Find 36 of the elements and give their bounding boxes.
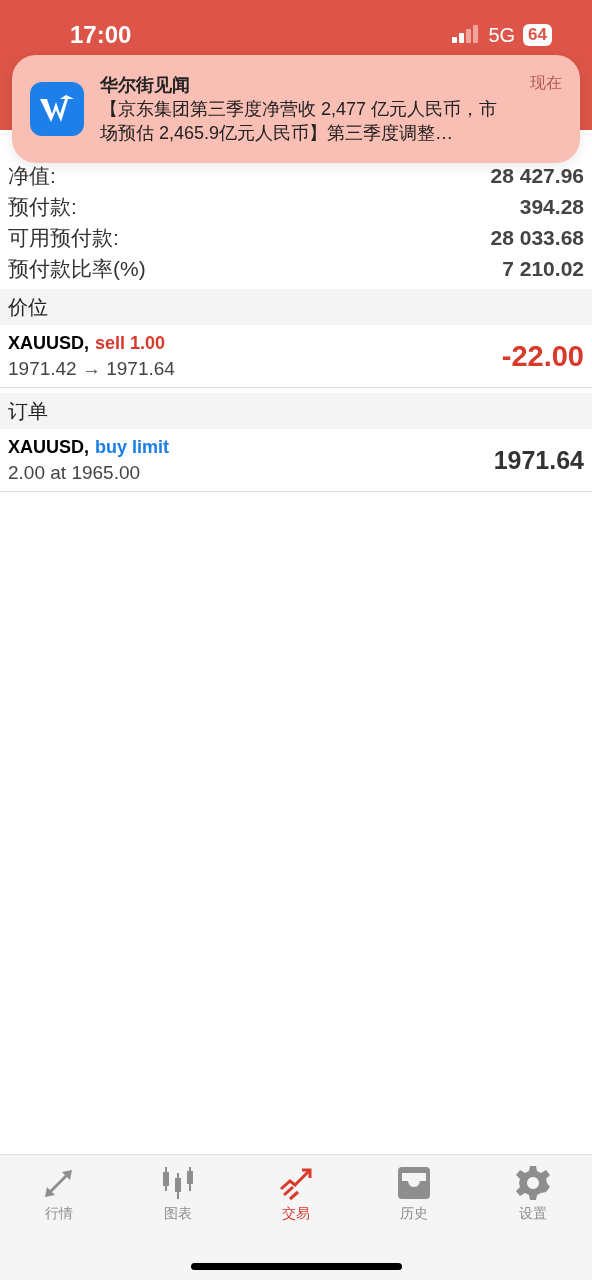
account-label: 预付款: <box>8 193 77 220</box>
tab[interactable]: 历史 <box>355 1165 474 1223</box>
account-label: 可用预付款: <box>8 224 119 251</box>
account-value: 28 427.96 <box>490 163 584 188</box>
symbol-label: XAUUSD, <box>8 332 89 354</box>
network-label: 5G <box>488 23 516 47</box>
battery-indicator: 64 <box>523 24 552 46</box>
account-label: 净值: <box>8 162 56 189</box>
trade-action: buy limit <box>95 436 170 458</box>
trade-row[interactable]: XAUUSD, buy limit 2.00 at 1965.00 1971.64 <box>0 429 592 492</box>
trade-value: -22.00 <box>501 339 584 373</box>
account-value: 28 033.68 <box>490 225 584 250</box>
tab[interactable]: 设置 <box>473 1165 592 1223</box>
signal-icon <box>452 25 481 45</box>
price-detail: 2.00 at 1965.00 <box>8 461 142 484</box>
price-detail: 1971.42 → 1971.64 <box>8 357 175 380</box>
tab[interactable]: 图表 <box>118 1165 237 1223</box>
account-label: 预付款比率(%) <box>8 255 146 282</box>
account-value: 7 210.02 <box>502 256 584 281</box>
symbol-label: XAUUSD, <box>8 436 89 458</box>
trade-row[interactable]: XAUUSD, sell 1.00 1971.42 → 1971.64 -22.00 <box>0 325 592 388</box>
inbox-tray-icon <box>396 1165 433 1201</box>
account-value: 394.28 <box>519 194 584 219</box>
notification-app-name: 华尔街见闻 <box>100 74 190 97</box>
status-time: 17:00 <box>70 21 132 49</box>
notification-banner[interactable]: 华尔街见闻 现在 【京东集团第三季度净营收 2,477 亿元人民币，市场预估 2,465.9亿元人民币】第三季度调整… <box>12 55 580 163</box>
notification-message: 【京东集团第三季度净营收 2,477 亿元人民币，市场预估 2,465.9亿元人民币】第三季度调整… <box>100 98 499 145</box>
section-header: 价位 <box>0 289 592 325</box>
trade-action: sell 1.00 <box>95 332 166 354</box>
tab[interactable]: 交易 <box>236 1165 356 1223</box>
app-logo-icon <box>30 82 84 136</box>
section-header: 订单 <box>0 393 592 429</box>
trade-value: 1971.64 <box>493 445 584 475</box>
settings-icon <box>514 1165 551 1201</box>
tab[interactable]: 行情 <box>0 1165 119 1223</box>
notification-time: 现在 <box>530 73 562 93</box>
